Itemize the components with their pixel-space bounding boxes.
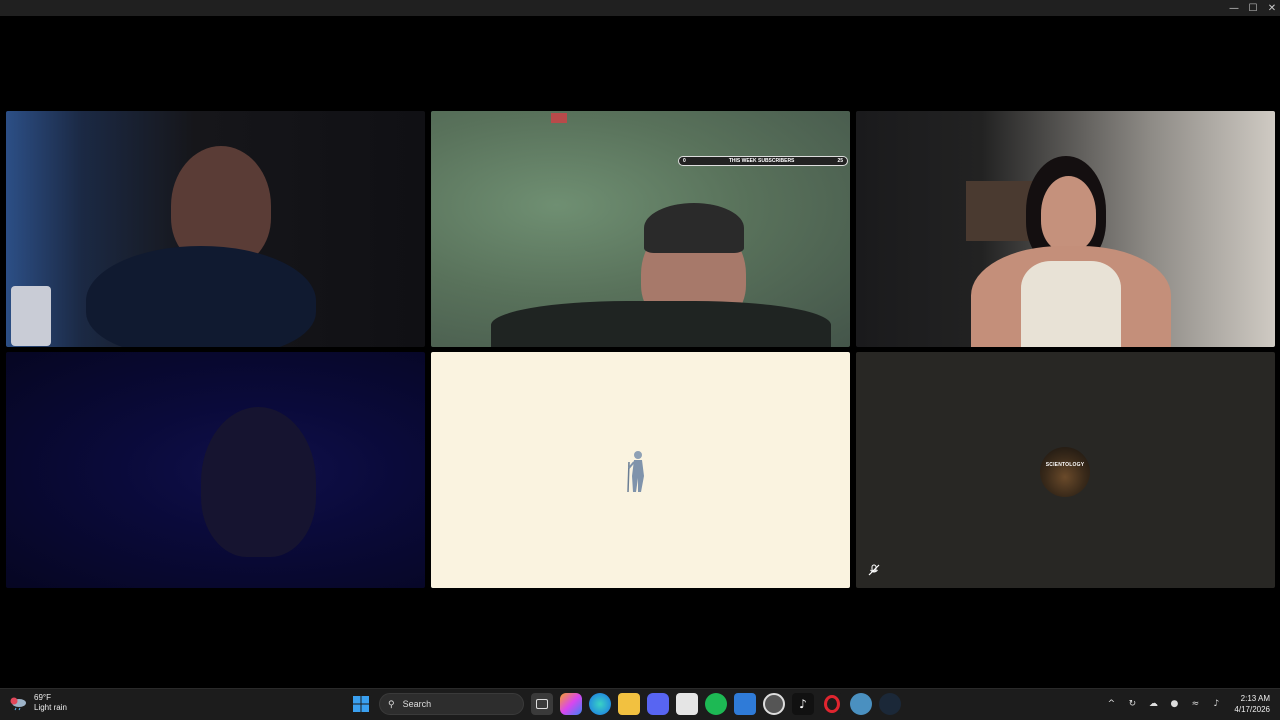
subscriber-goal-start: 0	[683, 158, 686, 164]
search-label: Search	[402, 699, 432, 709]
participant-top	[1021, 261, 1121, 347]
search-icon: ⚲	[388, 698, 395, 709]
tiktok-icon[interactable]: ♪	[792, 693, 814, 715]
participant-body	[86, 246, 316, 347]
video-grid: 0 THIS WEEK SUBSCRIBERS 25 SCIENTOLOGY	[0, 0, 1280, 688]
edge-browser-icon[interactable]	[589, 693, 611, 715]
background-object	[11, 286, 51, 346]
sync-icon[interactable]: ↻	[1125, 699, 1139, 709]
chevron-up-icon[interactable]: ^	[1104, 699, 1118, 709]
clock-date: 4/17/2026	[1234, 705, 1270, 714]
microsoft-store-icon[interactable]	[676, 693, 698, 715]
taskbar-apps: ⚲ Search ♪	[350, 693, 901, 715]
video-tile-participant-3[interactable]	[856, 111, 1275, 347]
task-view-icon[interactable]	[531, 693, 553, 715]
clock[interactable]: 2:13 AM 4/17/2026	[1234, 693, 1270, 715]
weather-condition: Light rain	[34, 703, 67, 712]
background-object	[551, 113, 567, 123]
subscriber-overlay: 0 THIS WEEK SUBSCRIBERS 25	[678, 156, 848, 166]
microphone-icon[interactable]: ●	[1167, 699, 1181, 709]
discord-icon[interactable]	[647, 693, 669, 715]
chatgpt-icon[interactable]	[763, 693, 785, 715]
volume-icon[interactable]: ♪	[1209, 699, 1223, 709]
avatar-badge-label: SCIENTOLOGY	[1045, 462, 1085, 468]
taskbar: 69°F Light rain ⚲ Search ♪ ^ ↻ ☁ ● ≈ ♪ 2…	[0, 688, 1280, 720]
weather-widget[interactable]: 69°F Light rain	[10, 693, 67, 713]
file-explorer-icon[interactable]	[618, 693, 640, 715]
copilot-icon[interactable]	[560, 693, 582, 715]
system-tray: ^ ↻ ☁ ● ≈ ♪ 2:13 AM 4/17/2026	[1104, 693, 1270, 715]
mail-icon[interactable]	[734, 693, 756, 715]
spotify-icon[interactable]	[705, 693, 727, 715]
video-tile-participant-2[interactable]: 0 THIS WEEK SUBSCRIBERS 25	[431, 111, 850, 347]
opera-browser-icon[interactable]	[821, 693, 843, 715]
statue-avatar-icon	[627, 451, 644, 493]
cloud-rain-icon	[10, 696, 28, 711]
subscriber-label: THIS WEEK SUBSCRIBERS	[728, 158, 795, 164]
windows-start-icon[interactable]	[350, 693, 372, 715]
weather-temp: 69°F	[34, 693, 51, 702]
taskbar-search[interactable]: ⚲ Search	[379, 693, 524, 715]
subscriber-count: 25	[837, 158, 843, 164]
participant-face	[201, 407, 316, 557]
video-tile-participant-5[interactable]	[431, 352, 850, 588]
clock-time: 2:13 AM	[1240, 694, 1270, 703]
wifi-icon[interactable]: ≈	[1188, 699, 1202, 709]
participant-avatar: SCIENTOLOGY	[1040, 447, 1090, 497]
participant-body	[491, 301, 831, 347]
video-tile-participant-4[interactable]	[6, 352, 425, 588]
globe-app-icon[interactable]	[850, 693, 872, 715]
video-tile-participant-1[interactable]	[6, 111, 425, 347]
beanie	[644, 203, 744, 253]
onedrive-icon[interactable]: ☁	[1146, 699, 1160, 709]
steam-icon[interactable]	[879, 693, 901, 715]
microphone-muted-icon[interactable]	[866, 562, 882, 578]
participant-face	[1041, 176, 1096, 251]
video-tile-participant-6[interactable]: SCIENTOLOGY	[856, 352, 1275, 588]
